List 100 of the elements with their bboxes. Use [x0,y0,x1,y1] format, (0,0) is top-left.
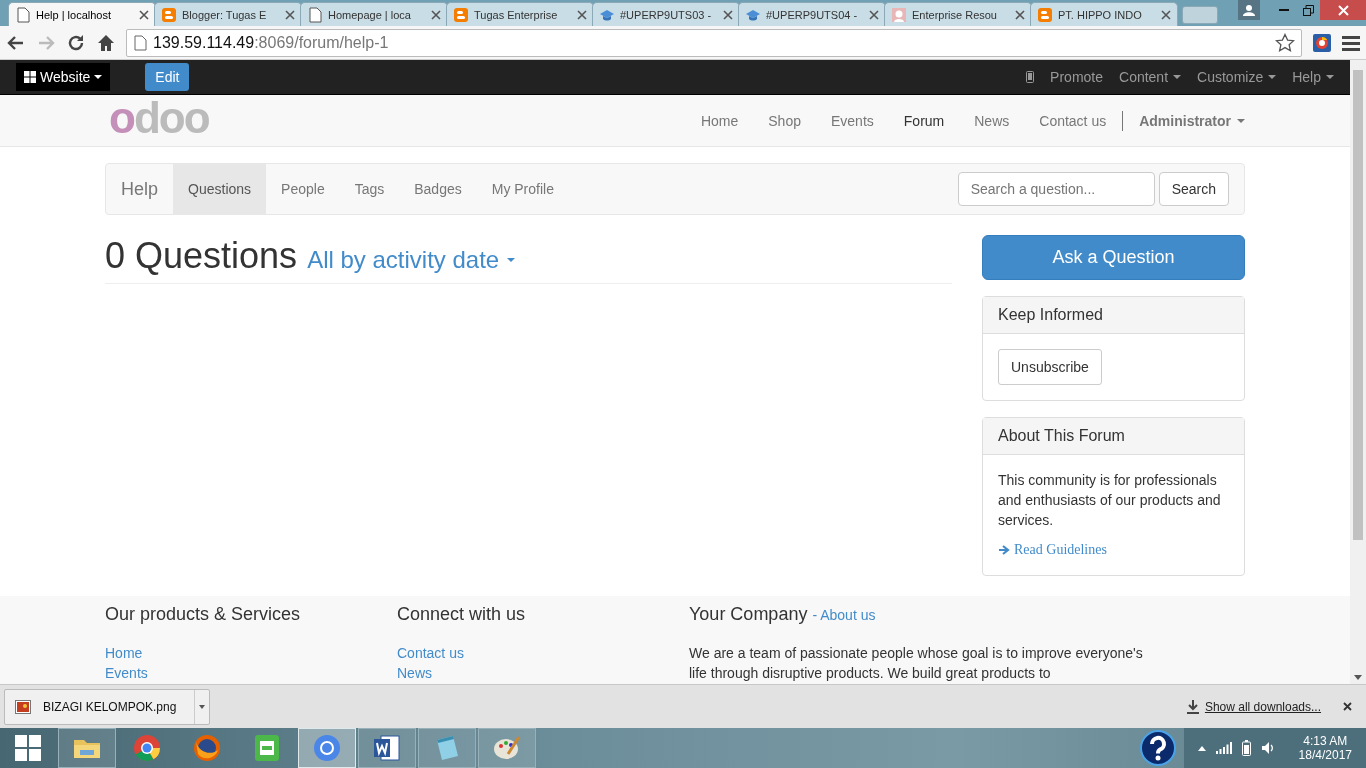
close-icon[interactable] [1343,702,1352,711]
help-icon[interactable] [1139,730,1176,766]
forum-brand[interactable]: Help [106,178,174,200]
browser-tab[interactable]: Help | localhost [8,2,156,26]
avatar-icon [891,6,907,23]
clock-date: 18/4/2017 [1298,748,1352,762]
footer-heading: Our products & Services [105,604,302,625]
clock-time: 4:13 AM [1303,734,1348,748]
show-all-downloads-link[interactable]: Show all downloads... [1204,699,1321,714]
restore-icon [1302,4,1314,16]
scrollbar[interactable] [1350,60,1366,684]
blogger-icon [1037,6,1053,23]
search-button[interactable]: Search [1158,172,1229,206]
volume-icon[interactable] [1260,741,1275,755]
url-text: 139.59.114.49:8069/forum/help-1 [153,33,389,52]
close-icon[interactable] [869,9,879,20]
download-item[interactable]: BIZAGI KELOMPOK.png [4,688,210,725]
browser-tab[interactable]: #UPERP9UTS03 - [592,2,740,26]
admin-menu-item[interactable]: Customize [1197,69,1277,85]
caret-icon [94,75,103,79]
admin-menu-item[interactable]: Help [1292,69,1334,85]
firefox-icon [191,732,223,764]
forum-nav-tab[interactable]: People [266,164,340,214]
menu-icon[interactable] [1342,34,1360,51]
sort-dropdown[interactable]: All by activity date [307,246,516,274]
search-field[interactable]: Search a question... [957,172,1155,206]
footer-heading: Your Company [689,604,808,624]
browser-tab[interactable]: Enterprise Resou [884,2,1032,26]
nav-link[interactable]: Home [685,112,754,129]
taskbar-button[interactable] [58,728,116,768]
signal-icon[interactable] [1215,742,1232,754]
forum-nav-tab[interactable]: Badges [399,164,477,214]
close-icon[interactable] [285,9,295,20]
nav-link[interactable]: Contact us [1024,112,1122,129]
mobile-icon[interactable] [1026,71,1035,83]
browser-tab[interactable]: Blogger: Tugas E [154,2,302,26]
browser-tab[interactable]: Homepage | loca [300,2,448,26]
close-icon[interactable] [1161,9,1171,20]
forum-nav-tab[interactable]: Tags [339,164,400,214]
taskbar-button[interactable] [358,728,416,768]
chromium-icon [311,732,343,764]
website-menu-button[interactable]: Website [16,63,111,91]
footer-link[interactable]: Events [105,663,397,683]
blogger-icon [453,6,469,23]
address-bar[interactable]: 139.59.114.49:8069/forum/help-1 [126,28,1302,57]
show-hidden-icons-icon[interactable] [1197,745,1206,751]
extension-icon[interactable] [1312,32,1332,53]
edit-button[interactable]: Edit [145,63,190,91]
forum-description: This community is for professionals and enthusiasts of our products and services. [998,471,1222,530]
forum-nav-tab[interactable]: My Profile [476,164,569,214]
word-icon [371,732,403,764]
browser-tab[interactable]: PT. HIPPO INDO [1030,2,1178,26]
forum-nav-tab[interactable]: Questions [173,164,267,214]
star-icon[interactable] [1275,32,1295,53]
close-icon[interactable] [139,9,149,20]
footer-link[interactable]: News [397,663,689,683]
admin-menu-item[interactable]: Promote [1050,69,1103,85]
blogger-icon [161,6,177,23]
browser-tab[interactable]: Tugas Enterprise [446,2,594,26]
user-menu[interactable]: Administrator [1124,112,1245,129]
close-icon[interactable] [723,9,733,20]
company-description: We are a team of passionate people whose goal is to improve everyone's life through disruptive products. We build great products to [689,644,1144,683]
close-icon[interactable] [431,9,441,20]
image-file-icon [15,699,31,714]
nav-link[interactable]: Forum [888,112,960,129]
nav-link[interactable]: Events [816,112,889,129]
minimize-icon [1279,9,1289,11]
unsubscribe-button[interactable]: Unsubscribe [998,349,1102,385]
footer-link[interactable]: Home [105,643,397,663]
windows-icon [24,71,36,83]
close-button[interactable] [1320,0,1366,20]
close-icon [1337,4,1349,16]
download-icon [1186,699,1199,714]
person-icon [1243,4,1255,16]
footer-heading: Connect with us [397,604,527,625]
caret-icon [1237,118,1245,123]
chrome-icon [131,732,163,764]
battery-icon[interactable] [1241,740,1251,756]
nav-link[interactable]: News [959,112,1025,129]
windows-icon [15,735,41,761]
caret-icon[interactable] [199,704,205,709]
ask-question-button[interactable]: Ask a Question [982,235,1245,280]
caret-icon [507,258,516,262]
browser-tab[interactable]: #UPERP9UTS04 - [738,2,886,26]
admin-menu-item[interactable]: Content [1119,69,1182,85]
panel-title: Keep Informed [983,297,1244,334]
home-icon[interactable] [96,32,116,53]
guidelines-link[interactable]: Read Guidelines [998,540,1229,560]
nav-link[interactable]: Shop [753,112,816,129]
panel-title: About This Forum [983,418,1244,455]
close-icon[interactable] [577,9,587,20]
profile-button[interactable] [1238,0,1260,20]
about-us-link[interactable]: - About us [812,607,876,623]
question-count-title: 0 Questions [105,235,298,277]
page-icon [307,6,323,23]
footer-link[interactable]: Contact us [397,643,689,663]
close-icon[interactable] [1015,9,1025,20]
arrow-right-icon [998,544,1010,556]
scroll-down-icon [1354,675,1362,680]
page-icon [15,6,31,23]
